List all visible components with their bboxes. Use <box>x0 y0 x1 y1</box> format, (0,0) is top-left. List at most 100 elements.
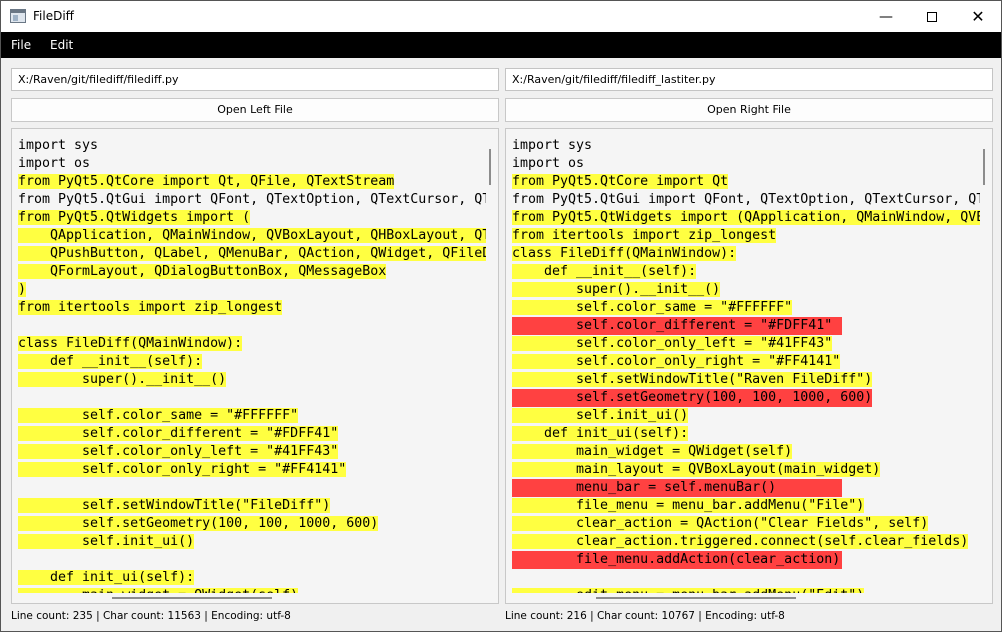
app-icon <box>10 9 26 23</box>
close-icon: ✕ <box>971 7 985 26</box>
right-path-input[interactable]: X:/Raven/git/filediff/filediff_lastiter.… <box>505 68 993 91</box>
code-line-text: self.color_only_right = "#FF4141" <box>512 354 841 369</box>
code-line: main_layout = QVBoxLayout(main_widget) <box>512 461 980 479</box>
code-line-text: self.setWindowTitle("FileDiff") <box>18 498 331 513</box>
code-line-text: self.color_only_right = "#FF4141" <box>18 462 347 477</box>
code-line-text: super().__init__() <box>512 282 721 297</box>
left-vertical-scrollbar[interactable] <box>489 149 491 185</box>
code-line-text: def init_ui(self): <box>18 570 195 585</box>
code-line: self.color_different = "#FDFF41" <box>18 425 486 443</box>
right-text-editor[interactable]: import sys import os from PyQt5.QtCore imp… <box>505 128 993 604</box>
code-line: QPushButton, QLabel, QMenuBar, QAction, … <box>18 245 486 263</box>
code-line: QFormLayout, QDialogButtonBox, QMessageB… <box>18 263 486 281</box>
code-line: import sys <box>18 137 486 155</box>
code-line: self.color_only_right = "#FF4141" <box>18 461 486 479</box>
code-line: self.color_only_right = "#FF4141" <box>512 353 980 371</box>
code-line-text: self.color_same = "#FFFFFF" <box>18 408 299 423</box>
code-line: self.setGeometry(100, 100, 1000, 600) <box>18 515 486 533</box>
left-text-editor[interactable]: import sys import os from PyQt5.QtCore imp… <box>11 128 499 604</box>
left-code-area[interactable]: import sys import os from PyQt5.QtCore imp… <box>18 137 486 593</box>
minimize-button[interactable]: — <box>863 1 909 32</box>
code-line-text: self.color_same = "#FFFFFF" <box>512 300 793 315</box>
menu-bar: File Edit <box>1 32 1001 58</box>
code-line: menu_bar = self.menuBar() <box>512 479 980 497</box>
code-line: from PyQt5.QtGui import QFont, QTextOpti… <box>512 191 980 209</box>
code-line-text: from itertools import zip_longest <box>512 228 777 243</box>
right-status-label: Line count: 216 | Char count: 10767 | En… <box>505 610 785 622</box>
code-line-text: from PyQt5.QtCore import Qt, QFile, QTex… <box>18 174 395 189</box>
code-line-text: file_menu = menu_bar.addMenu("File") <box>512 498 865 513</box>
code-line-text: QFormLayout, QDialogButtonBox, QMessageB… <box>18 264 387 279</box>
code-line: self.init_ui() <box>512 407 980 425</box>
minimize-icon: — <box>879 8 893 25</box>
code-line-text: self.color_different = "#FDFF41" <box>18 426 339 441</box>
code-line: clear_action = QAction("Clear Fields", s… <box>512 515 980 533</box>
code-line-text: file_menu.addAction(clear_action) <box>512 551 842 569</box>
code-line-text: self.color_only_left = "#41FF43" <box>18 444 339 459</box>
code-line: from itertools import zip_longest <box>512 227 980 245</box>
code-line: def init_ui(self): <box>18 569 486 587</box>
code-line: from PyQt5.QtGui import QFont, QTextOpti… <box>18 191 486 209</box>
code-line: def __init__(self): <box>18 353 486 371</box>
right-horizontal-scrollbar[interactable] <box>596 597 796 599</box>
maximize-button[interactable] <box>909 1 955 32</box>
code-line: from PyQt5.QtCore import Qt <box>512 173 980 191</box>
code-line: self.setWindowTitle("Raven FileDiff") <box>512 371 980 389</box>
code-line: self.color_different = "#FDFF41" <box>512 317 980 335</box>
close-button[interactable]: ✕ <box>955 1 1001 32</box>
code-line: self.color_only_left = "#41FF43" <box>512 335 980 353</box>
right-code-area[interactable]: import sys import os from PyQt5.QtCore imp… <box>512 137 980 593</box>
title-bar[interactable]: FileDiff — ✕ <box>1 1 1001 32</box>
code-line-text: def __init__(self): <box>18 354 203 369</box>
code-line-text: self.init_ui() <box>18 534 195 549</box>
code-line-text: import os <box>18 156 91 171</box>
left-horizontal-scrollbar[interactable] <box>112 597 272 599</box>
code-line-text: self.init_ui() <box>512 408 689 423</box>
code-line-text: ) <box>18 282 27 297</box>
menu-file[interactable]: File <box>11 38 31 52</box>
code-line-text: import sys <box>18 138 99 153</box>
code-line-text: self.setGeometry(100, 100, 1000, 600) <box>18 516 379 531</box>
code-line: self.setWindowTitle("FileDiff") <box>18 497 486 515</box>
code-line: from PyQt5.QtCore import Qt, QFile, QTex… <box>18 173 486 191</box>
code-line-text: self.color_different = "#FDFF41" <box>512 317 842 335</box>
window-title: FileDiff <box>33 9 74 23</box>
code-line-text: def __init__(self): <box>512 264 697 279</box>
code-line-text: main_widget = QWidget(self) <box>512 444 793 459</box>
code-line: clear_action.triggered.connect(self.clea… <box>512 533 980 551</box>
code-line-text: class FileDiff(QMainWindow): <box>512 246 737 261</box>
code-line: import os <box>512 155 980 173</box>
code-line-text: from PyQt5.QtGui import QFont, QTextOpti… <box>18 192 486 207</box>
open-left-file-button[interactable]: Open Left File <box>11 98 499 122</box>
code-line-text: clear_action.triggered.connect(self.clea… <box>512 534 969 549</box>
code-line-text: main_layout = QVBoxLayout(main_widget) <box>512 462 881 477</box>
code-line-text: self.setGeometry(100, 100, 1000, 600) <box>512 389 873 407</box>
code-line: edit_menu = menu_bar.addMenu("Edit") <box>512 587 980 593</box>
code-line: class FileDiff(QMainWindow): <box>18 335 486 353</box>
code-line-text: from PyQt5.QtCore import Qt <box>512 174 729 189</box>
code-line: file_menu = menu_bar.addMenu("File") <box>512 497 980 515</box>
code-line: self.color_only_left = "#41FF43" <box>18 443 486 461</box>
left-path-input[interactable]: X:/Raven/git/filediff/filediff.py <box>11 68 499 91</box>
code-line-text: import os <box>512 156 585 171</box>
code-line: from PyQt5.QtWidgets import (QApplicatio… <box>512 209 980 227</box>
code-line: self.color_same = "#FFFFFF" <box>512 299 980 317</box>
code-line-text: from itertools import zip_longest <box>18 300 283 315</box>
code-line: def init_ui(self): <box>512 425 980 443</box>
code-line-text: menu_bar = self.menuBar() <box>512 479 842 497</box>
app-window: FileDiff — ✕ File Edit X:/Raven/git/file… <box>0 0 1002 632</box>
code-line: self.setGeometry(100, 100, 1000, 600) <box>512 389 980 407</box>
code-line-text: clear_action = QAction("Clear Fields", s… <box>512 516 929 531</box>
open-right-file-button[interactable]: Open Right File <box>505 98 993 122</box>
menu-edit[interactable]: Edit <box>50 38 73 52</box>
code-line-text: from PyQt5.QtGui import QFont, QTextOpti… <box>512 192 980 207</box>
code-line: ) <box>18 281 486 299</box>
code-line: from itertools import zip_longest <box>18 299 486 317</box>
code-line: main_widget = QWidget(self) <box>18 587 486 593</box>
code-line: super().__init__() <box>512 281 980 299</box>
code-line: self.color_same = "#FFFFFF" <box>18 407 486 425</box>
right-vertical-scrollbar[interactable] <box>983 149 985 185</box>
code-line-text: QApplication, QMainWindow, QVBoxLayout, … <box>18 228 486 243</box>
